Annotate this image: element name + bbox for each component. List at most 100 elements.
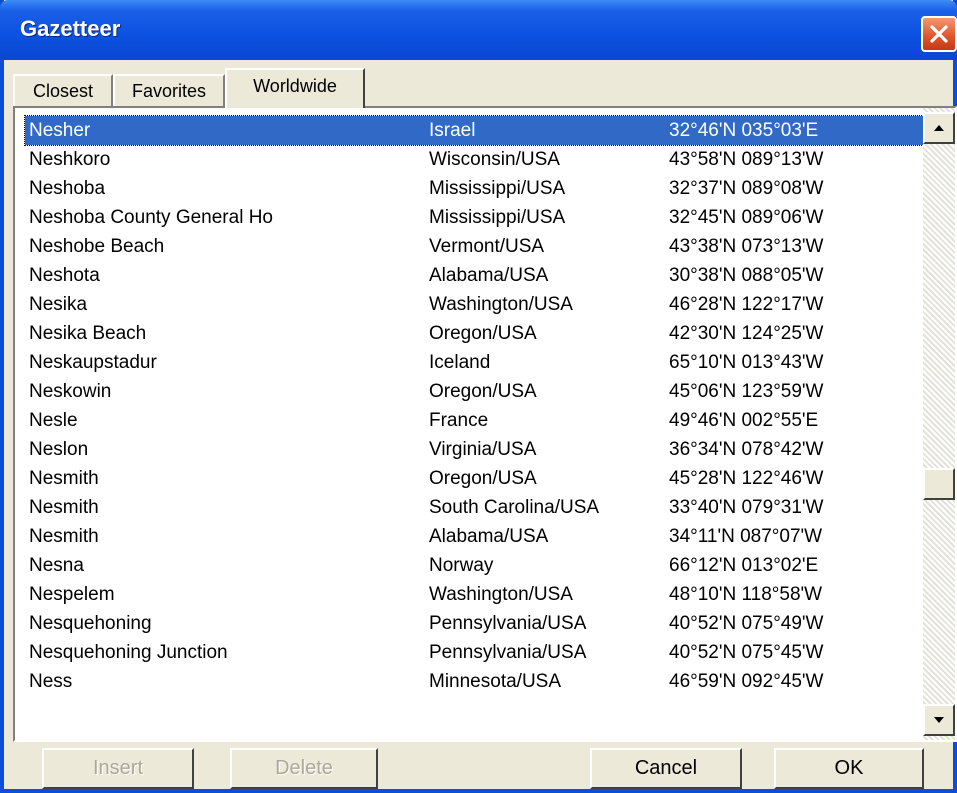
place-region: Pennsylvania/USA xyxy=(429,642,587,663)
list-item[interactable]: Nesmith South Carolina/USA 33°40'N 079°31'… xyxy=(25,493,925,522)
place-name: Nesmith xyxy=(29,526,99,547)
list-item[interactable]: Nesle France 49°46'N 002°55'E xyxy=(25,406,925,435)
close-button[interactable] xyxy=(921,16,957,52)
place-name: Nesmith xyxy=(29,497,99,518)
place-name: Nesher xyxy=(29,120,91,141)
place-region: France xyxy=(429,410,489,431)
place-region: Oregon/USA xyxy=(429,381,537,402)
tab-closest[interactable]: Closest xyxy=(13,74,113,106)
gazetteer-dialog: Gazetteer Closest Favorites Worldwide Ne… xyxy=(0,0,957,793)
cancel-button[interactable]: Cancel xyxy=(590,748,742,789)
place-region: Washington/USA xyxy=(429,584,573,605)
list-item[interactable]: Nespelem Washington/USA 48°10'N 118°58'W xyxy=(25,580,925,609)
list-item[interactable]: Neskowin Oregon/USA 45°06'N 123°59'W xyxy=(25,377,925,406)
place-region: Virginia/USA xyxy=(429,439,537,460)
place-name: Ness xyxy=(29,671,73,692)
place-coordinates: 30°38'N 088°05'W xyxy=(669,265,824,286)
list-item[interactable]: Neshoba Mississippi/USA 32°37'N 089°08'W xyxy=(25,174,925,203)
place-name: Neshobe Beach xyxy=(29,236,165,257)
scroll-thumb[interactable] xyxy=(923,468,955,500)
list-item[interactable]: Ness Minnesota/USA 46°59'N 092°45'W xyxy=(25,667,925,696)
place-coordinates: 32°37'N 089°08'W xyxy=(669,178,824,199)
tab-favorites[interactable]: Favorites xyxy=(113,74,225,106)
tab-closest-label: Closest xyxy=(32,81,94,101)
place-coordinates: 43°38'N 073°13'W xyxy=(669,236,824,257)
place-region: Alabama/USA xyxy=(429,526,549,547)
list-item[interactable]: Nesmith Oregon/USA 45°28'N 122°46'W xyxy=(25,464,925,493)
tab-favorites-label: Favorites xyxy=(131,81,207,101)
place-coordinates: 46°28'N 122°17'W xyxy=(669,294,824,315)
place-name: Neshoba County General Ho xyxy=(29,207,273,228)
place-name: Nesna xyxy=(29,555,84,576)
place-name: Neshkoro xyxy=(29,149,111,170)
place-region: Mississippi/USA xyxy=(429,207,566,228)
place-name: Neshota xyxy=(29,265,100,286)
place-coordinates: 48°10'N 118°58'W xyxy=(669,584,823,605)
place-coordinates: 66°12'N 013°02'E xyxy=(669,555,819,576)
ok-button[interactable]: OK xyxy=(774,748,924,789)
list-item[interactable]: Nesquehoning Pennsylvania/USA 40°52'N 075°… xyxy=(25,609,925,638)
place-name: Nesika xyxy=(29,294,88,315)
place-region: Alabama/USA xyxy=(429,265,549,286)
place-region: Washington/USA xyxy=(429,294,573,315)
tab-worldwide-label: Worldwide xyxy=(253,76,337,96)
title-bar[interactable]: Gazetteer xyxy=(0,0,957,60)
place-coordinates: 45°06'N 123°59'W xyxy=(669,381,824,402)
list-item[interactable]: Neshkoro Wisconsin/USA 43°58'N 089°13'W xyxy=(25,145,925,174)
place-name: Neslon xyxy=(29,439,89,460)
place-region: Norway xyxy=(429,555,494,576)
place-coordinates: 36°34'N 078°42'W xyxy=(669,439,824,460)
list-item[interactable]: Neskaupstadur Iceland 65°10'N 013°43'W xyxy=(25,348,925,377)
place-coordinates: 40°52'N 075°45'W xyxy=(669,642,824,663)
place-region: Pennsylvania/USA xyxy=(429,613,587,634)
list-item[interactable]: Neshoba County General Ho Mississippi/USA… xyxy=(25,203,925,232)
place-name: Nesmith xyxy=(29,468,99,489)
list-item[interactable]: Nesher Israel 32°46'N 035°03'E xyxy=(24,115,926,146)
place-name: Nespelem xyxy=(29,584,115,605)
vertical-scrollbar[interactable] xyxy=(923,108,955,740)
place-region: Minnesota/USA xyxy=(429,671,562,692)
place-list[interactable]: Nesher Israel 32°46'N 035°03'E Neshkoro Wisc… xyxy=(13,106,957,742)
place-coordinates: 45°28'N 122°46'W xyxy=(669,468,824,489)
scroll-up-button[interactable] xyxy=(923,112,955,144)
place-name: Nesle xyxy=(29,410,78,431)
place-region: Israel xyxy=(429,120,476,141)
place-coordinates: 34°11'N 087°07'W xyxy=(669,526,823,547)
list-item[interactable]: Nesquehoning Junction Pennsylvania/USA 40°… xyxy=(25,638,925,667)
place-region: South Carolina/USA xyxy=(429,497,600,518)
button-bar: Insert Delete Cancel OK xyxy=(4,748,953,789)
place-region: Wisconsin/USA xyxy=(429,149,560,170)
place-name: Nesquehoning xyxy=(29,613,152,634)
list-item[interactable]: Nesna Norway 66°12'N 013°02'E xyxy=(25,551,925,580)
place-name: Neskowin xyxy=(29,381,112,402)
place-name: Neskaupstadur xyxy=(29,352,157,373)
place-name: Nesquehoning Junction xyxy=(29,642,228,663)
place-coordinates: 33°40'N 079°31'W xyxy=(669,497,824,518)
place-coordinates: 32°45'N 089°06'W xyxy=(669,207,824,228)
place-coordinates: 65°10'N 013°43'W xyxy=(669,352,824,373)
delete-button[interactable]: Delete xyxy=(230,748,378,789)
list-item[interactable]: Nesika Beach Oregon/USA 42°30'N 124°25'W xyxy=(25,319,925,348)
place-name: Neshoba xyxy=(29,178,106,199)
tab-worldwide[interactable]: Worldwide xyxy=(225,68,365,108)
list-item[interactable]: Nesmith Alabama/USA 34°11'N 087°07'W xyxy=(25,522,925,551)
list-item[interactable]: Neshobe Beach Vermont/USA 43°38'N 073°13'W xyxy=(25,232,925,261)
place-coordinates: 46°59'N 092°45'W xyxy=(669,671,824,692)
window-title: Gazetteer xyxy=(20,16,121,41)
place-region: Mississippi/USA xyxy=(429,178,566,199)
place-coordinates: 43°58'N 089°13'W xyxy=(669,149,824,170)
list-item[interactable]: Nesika Washington/USA 46°28'N 122°17'W xyxy=(25,290,925,319)
place-region: Oregon/USA xyxy=(429,468,537,489)
place-coordinates: 42°30'N 124°25'W xyxy=(669,323,824,344)
place-region: Oregon/USA xyxy=(429,323,537,344)
place-region: Iceland xyxy=(429,352,491,373)
list-item[interactable]: Neshota Alabama/USA 30°38'N 088°05'W xyxy=(25,261,925,290)
list-item[interactable]: Neslon Virginia/USA 36°34'N 078°42'W xyxy=(25,435,925,464)
insert-button[interactable]: Insert xyxy=(42,748,194,789)
scroll-down-button[interactable] xyxy=(923,704,955,736)
scroll-up-arrow-icon xyxy=(934,125,944,131)
place-name: Nesika Beach xyxy=(29,323,147,344)
place-coordinates: 49°46'N 002°55'E xyxy=(669,410,819,431)
place-coordinates: 32°46'N 035°03'E xyxy=(669,120,819,141)
close-icon xyxy=(930,25,948,43)
